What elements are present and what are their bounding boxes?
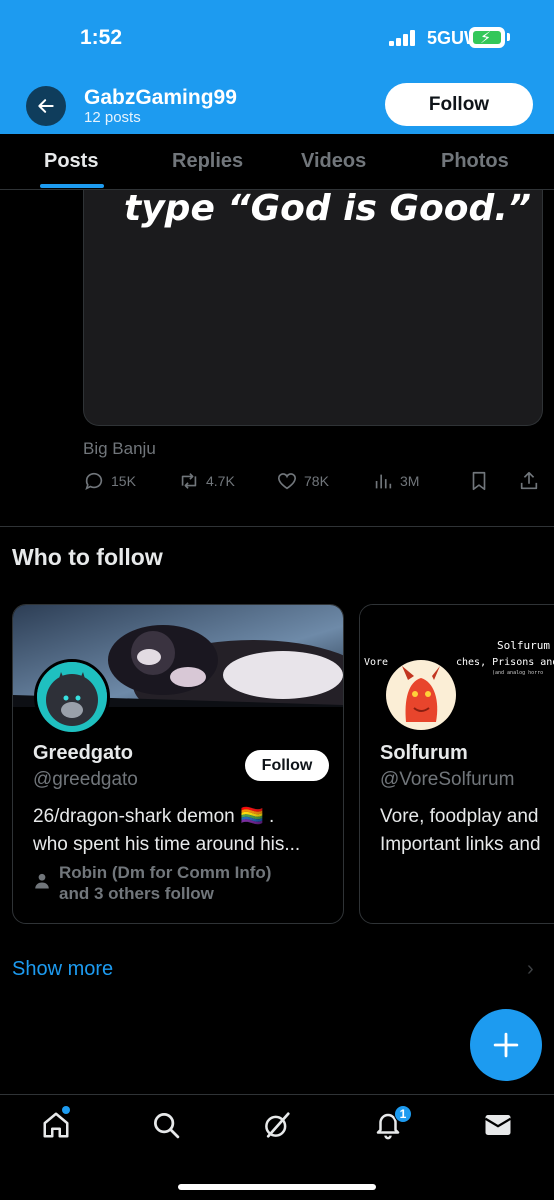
follow-button[interactable]: Follow [385, 83, 533, 126]
tab-replies[interactable]: Replies [172, 150, 243, 173]
suggestion-handle: @greedgato [33, 769, 138, 790]
follow-suggestion-card[interactable]: Solfurum Vore ches, Prisons and (and ana… [359, 604, 554, 924]
person-icon [35, 873, 49, 889]
post-media-text: type “God is Good.” [124, 190, 532, 229]
post-source: Big Banju [83, 439, 156, 458]
views-button[interactable]: 3M [372, 470, 419, 492]
social-context-line: Robin (Dm for Comm Info) [59, 863, 272, 882]
active-tab-indicator [40, 184, 104, 188]
status-bar: 1:52 5GUW ⚡ [0, 0, 554, 78]
suggestion-bio-line: Vore, foodplay and [380, 806, 539, 827]
reply-button[interactable]: 15K [83, 470, 136, 492]
suggestion-bio: Vore, foodplay and Important links and [380, 803, 541, 859]
banner-text: Vore [364, 657, 389, 668]
suggestion-bio-line: Important links and [380, 834, 541, 855]
chevron-right-icon[interactable]: › [527, 958, 534, 981]
section-divider [0, 526, 554, 527]
tab-photos[interactable]: Photos [441, 150, 509, 173]
mail-icon [484, 1115, 512, 1135]
battery-icon: ⚡ [469, 27, 505, 48]
nav-grok[interactable] [261, 1109, 293, 1141]
posts-count: 12 posts [84, 109, 141, 126]
social-context-line: and 3 others follow [59, 884, 214, 903]
post-actions: 15K 4.7K 78K 3M [83, 470, 543, 496]
post-media[interactable]: type “God is Good.” [83, 190, 543, 426]
banner-text: Solfurum [497, 639, 550, 652]
like-button[interactable]: 78K [276, 470, 329, 492]
repost-icon [181, 473, 197, 489]
share-icon [520, 471, 538, 490]
suggestion-bio-line: 26/dragon-shark demon 🏳️‍🌈 . [33, 806, 275, 827]
home-unread-dot [62, 1106, 70, 1114]
views-icon [375, 474, 392, 489]
suggestion-name: Solfurum [380, 742, 468, 764]
profile-username: GabzGaming99 [84, 86, 237, 109]
share-button[interactable] [518, 470, 540, 492]
signal-icon [389, 30, 417, 46]
repost-count: 4.7K [206, 473, 235, 489]
suggestion-handle: @VoreSolfurum [380, 769, 515, 790]
profile-tabs: Posts Replies Videos Photos [0, 134, 554, 190]
suggestion-name: Greedgato [33, 742, 134, 764]
status-time: 1:52 [80, 26, 123, 49]
bookmark-icon [472, 471, 486, 491]
avatar[interactable] [383, 657, 459, 733]
compose-button[interactable] [470, 1009, 542, 1081]
grok-icon [265, 1112, 290, 1138]
tab-videos[interactable]: Videos [301, 150, 366, 173]
suggestion-bio: 26/dragon-shark demon 🏳️‍🌈 . who spent h… [33, 803, 300, 859]
notifications-badge: 1 [394, 1105, 412, 1123]
nav-messages[interactable] [482, 1109, 514, 1141]
suggestion-bio-line: who spent his time around his... [33, 834, 301, 855]
search-icon [154, 1113, 180, 1139]
social-context: Robin (Dm for Comm Info) and 3 others fo… [33, 862, 271, 904]
bookmark-button[interactable] [468, 470, 490, 492]
repost-button[interactable]: 4.7K [178, 470, 235, 492]
view-count: 3M [400, 473, 420, 489]
who-to-follow-title: Who to follow [12, 544, 163, 570]
reply-icon [85, 472, 103, 490]
reply-count: 15K [111, 473, 136, 489]
heart-icon [277, 473, 297, 490]
banner-text: ches, Prisons and [456, 657, 554, 668]
plus-icon [493, 1032, 519, 1058]
like-count: 78K [304, 473, 329, 489]
show-more-link[interactable]: Show more [12, 958, 113, 981]
avatar[interactable] [34, 659, 110, 735]
nav-search[interactable] [150, 1109, 182, 1141]
back-button[interactable] [26, 86, 66, 126]
home-indicator [178, 1184, 376, 1190]
tabs-divider [0, 189, 554, 190]
tab-posts[interactable]: Posts [44, 150, 98, 173]
follow-suggestion-card[interactable]: Greedgato @greedgato Follow 26/dragon-sh… [12, 604, 344, 924]
arrow-left-icon [38, 99, 54, 113]
profile-header: GabzGaming99 12 posts Follow [0, 78, 554, 134]
suggestion-follow-button[interactable]: Follow [245, 750, 329, 781]
home-icon [43, 1112, 69, 1138]
banner-text: (and analog horro [492, 670, 544, 676]
